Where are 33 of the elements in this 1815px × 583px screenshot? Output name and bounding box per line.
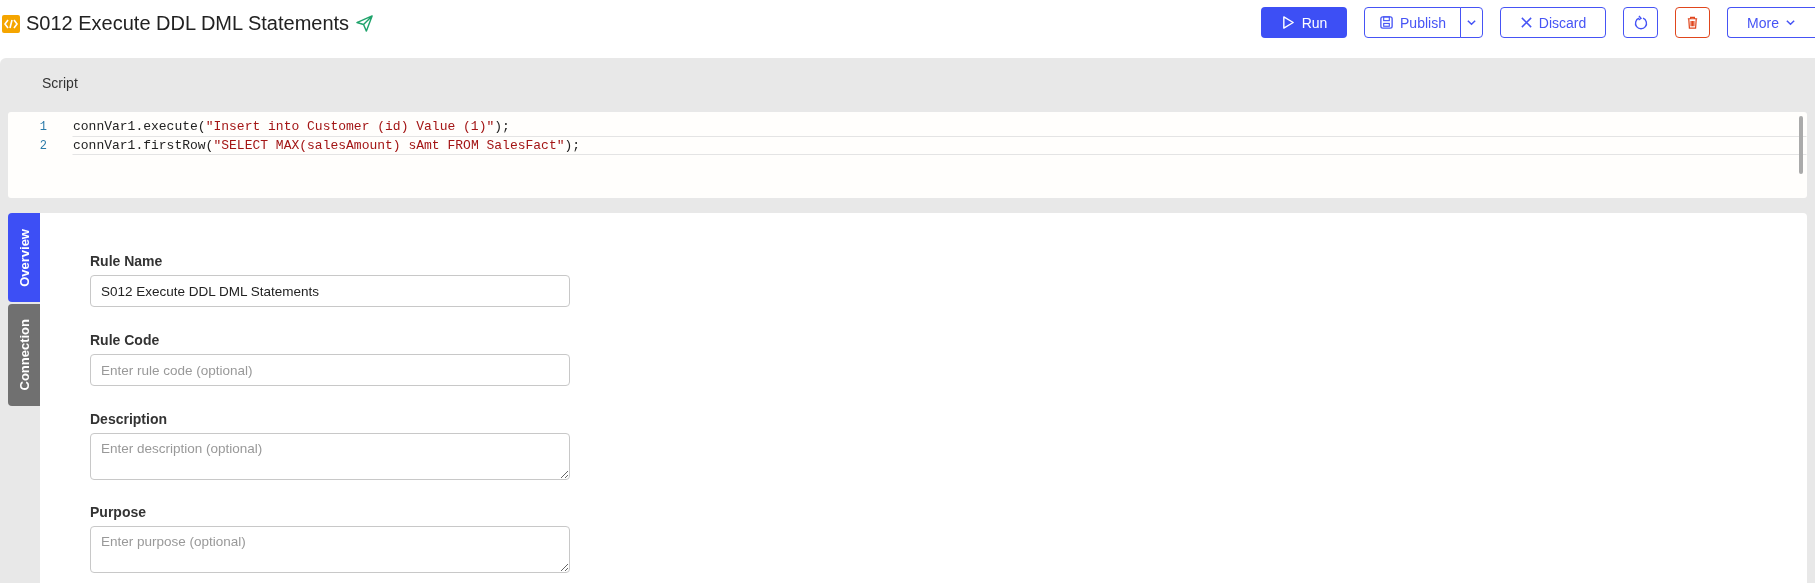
text-area[interactable]: Enter purpose (optional) xyxy=(90,526,570,573)
run-button[interactable]: Run xyxy=(1261,7,1347,38)
chevron-down-icon xyxy=(1466,17,1477,28)
text-area[interactable]: Enter description (optional) xyxy=(90,433,570,480)
paper-plane-icon[interactable] xyxy=(355,14,375,33)
line-number: 1 xyxy=(38,119,47,134)
scrollbar[interactable] xyxy=(1799,116,1803,174)
close-icon xyxy=(1519,16,1533,29)
delete-button[interactable] xyxy=(1675,7,1710,38)
refresh-button[interactable] xyxy=(1623,7,1658,38)
chevron-down-icon xyxy=(1784,17,1796,28)
field-label: Description xyxy=(90,411,168,427)
more-button[interactable]: More xyxy=(1727,7,1815,38)
save-icon xyxy=(1379,15,1395,30)
publish-dropdown-button[interactable] xyxy=(1460,7,1483,38)
refresh-icon xyxy=(1632,14,1649,31)
page-title: S012 Execute DDL DML Statements xyxy=(26,12,350,35)
field-label: Rule Code xyxy=(90,332,161,348)
field-label: Purpose xyxy=(90,504,147,520)
publish-button[interactable]: Publish xyxy=(1364,7,1461,38)
trash-icon xyxy=(1685,15,1700,30)
discard-button[interactable]: Discard xyxy=(1500,7,1606,38)
text-field[interactable]: Enter rule code (optional) xyxy=(90,354,570,386)
line-number: 2 xyxy=(38,138,47,153)
code-line: connVar1.execute("Insert into Customer (id) Value (1)"); xyxy=(73,119,510,134)
code-line: connVar1.firstRow("SELECT MAX(salesAmount) sAmt FROM SalesFact"); xyxy=(73,138,581,153)
side-tab[interactable]: Overview xyxy=(8,213,40,302)
field-label: Rule Name xyxy=(90,253,164,269)
text-field[interactable]: S012 Execute DDL DML Statements xyxy=(90,275,570,307)
code-editor[interactable]: 1 connVar1.execute("Insert into Customer (id) Value (1)"); 2 connVar1.firstRow("SELECT MAX(salesAmount) sAmt FROM SalesFact"); xyxy=(8,112,1807,198)
side-tab[interactable]: Connection xyxy=(8,304,40,406)
play-icon xyxy=(1280,15,1296,30)
section-title: Script xyxy=(42,75,79,93)
